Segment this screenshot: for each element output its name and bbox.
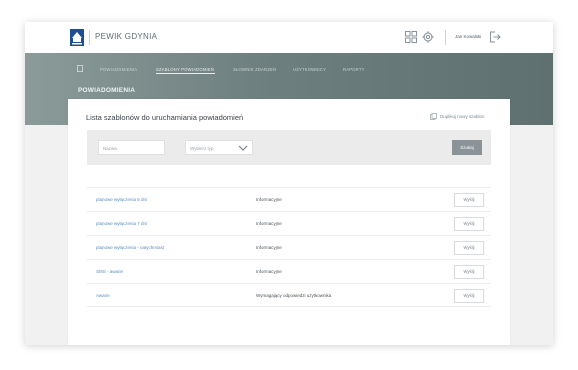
table-row: planowe wyłączenia 5 dni Informacyjne Wy… bbox=[87, 187, 491, 211]
name-input[interactable]: Nazwa bbox=[98, 140, 165, 155]
gear-icon[interactable] bbox=[422, 31, 434, 43]
duplicate-label: Duplikuj nowy szablon bbox=[440, 114, 485, 119]
table-row: planowe wyłączenia 7 dni Informacyjne Wy… bbox=[87, 211, 491, 235]
send-button[interactable]: Wyślij bbox=[454, 217, 484, 231]
app-window: PEWIK GDYNIA Jan Kowalski POWIADOMIENIA bbox=[25, 22, 553, 345]
nav-item-raporty[interactable]: RAPORTY bbox=[343, 67, 365, 72]
filter-bar: Nazwa Wybierz typ Szukaj bbox=[87, 130, 491, 165]
template-type: Informacyjne bbox=[256, 269, 282, 274]
brand-name: PEWIK GDYNIA bbox=[95, 32, 158, 41]
send-button[interactable]: Wyślij bbox=[454, 265, 484, 279]
section-title: POWIADOMIENIA bbox=[78, 87, 136, 94]
table-row: planowe wyłączenia - natychmiast Informa… bbox=[87, 235, 491, 259]
nav-item-szablony[interactable]: SZABLONY POWIADOMIEŃ bbox=[156, 67, 214, 72]
template-type: Informacyjne bbox=[256, 245, 282, 250]
active-tab-indicator bbox=[156, 73, 215, 74]
template-name-link[interactable]: planowe wyłączenia 7 dni bbox=[96, 221, 147, 226]
nav-item-uzytkownicy[interactable]: UŻYTKOWNICY bbox=[293, 67, 326, 72]
templates-table: planowe wyłączenia 5 dni Informacyjne Wy… bbox=[87, 187, 491, 307]
card-title: Lista szablonów do uruchamiania powiadom… bbox=[86, 113, 244, 122]
document-icon[interactable] bbox=[77, 65, 83, 72]
header-divider bbox=[89, 30, 90, 45]
template-type: Wymagający odpowiedzi użytkownika bbox=[256, 293, 332, 298]
template-type: Informacyjne bbox=[256, 221, 282, 226]
template-type: Informacyjne bbox=[256, 197, 282, 202]
templates-card: Lista szablonów do uruchamiania powiadom… bbox=[68, 99, 510, 345]
pewik-logo-icon[interactable] bbox=[70, 29, 84, 46]
type-select[interactable]: Wybierz typ bbox=[185, 140, 253, 155]
search-button[interactable]: Szukaj bbox=[452, 140, 482, 155]
grid-icon[interactable] bbox=[405, 31, 417, 43]
type-select-value: Wybierz typ bbox=[190, 146, 214, 151]
template-name-link[interactable]: SMS - awarie bbox=[96, 269, 123, 274]
template-name-link[interactable]: planowe wyłączenia - natychmiast bbox=[96, 245, 164, 250]
nav-item-powiadomienia[interactable]: POWIADOMIENIA bbox=[100, 67, 137, 72]
send-button[interactable]: Wyślij bbox=[454, 193, 484, 207]
template-name-link[interactable]: Awarie bbox=[96, 293, 110, 298]
chevron-down-icon bbox=[238, 145, 248, 151]
logout-icon[interactable] bbox=[489, 31, 501, 43]
user-name[interactable]: Jan Kowalski bbox=[455, 34, 481, 39]
template-name-link[interactable]: planowe wyłączenia 5 dni bbox=[96, 197, 147, 202]
top-bar: PEWIK GDYNIA Jan Kowalski bbox=[25, 22, 553, 53]
nav-item-slownik[interactable]: SŁOWNIK ZDARZEŃ bbox=[233, 67, 276, 72]
duplicate-icon bbox=[430, 113, 437, 120]
send-button[interactable]: Wyślij bbox=[454, 289, 484, 303]
table-row: Awarie Wymagający odpowiedzi użytkownika… bbox=[87, 283, 491, 307]
send-button[interactable]: Wyślij bbox=[454, 241, 484, 255]
table-row: SMS - awarie Informacyjne Wyślij bbox=[87, 259, 491, 283]
duplicate-template-link[interactable]: Duplikuj nowy szablon bbox=[430, 113, 485, 120]
header-divider bbox=[445, 30, 446, 45]
